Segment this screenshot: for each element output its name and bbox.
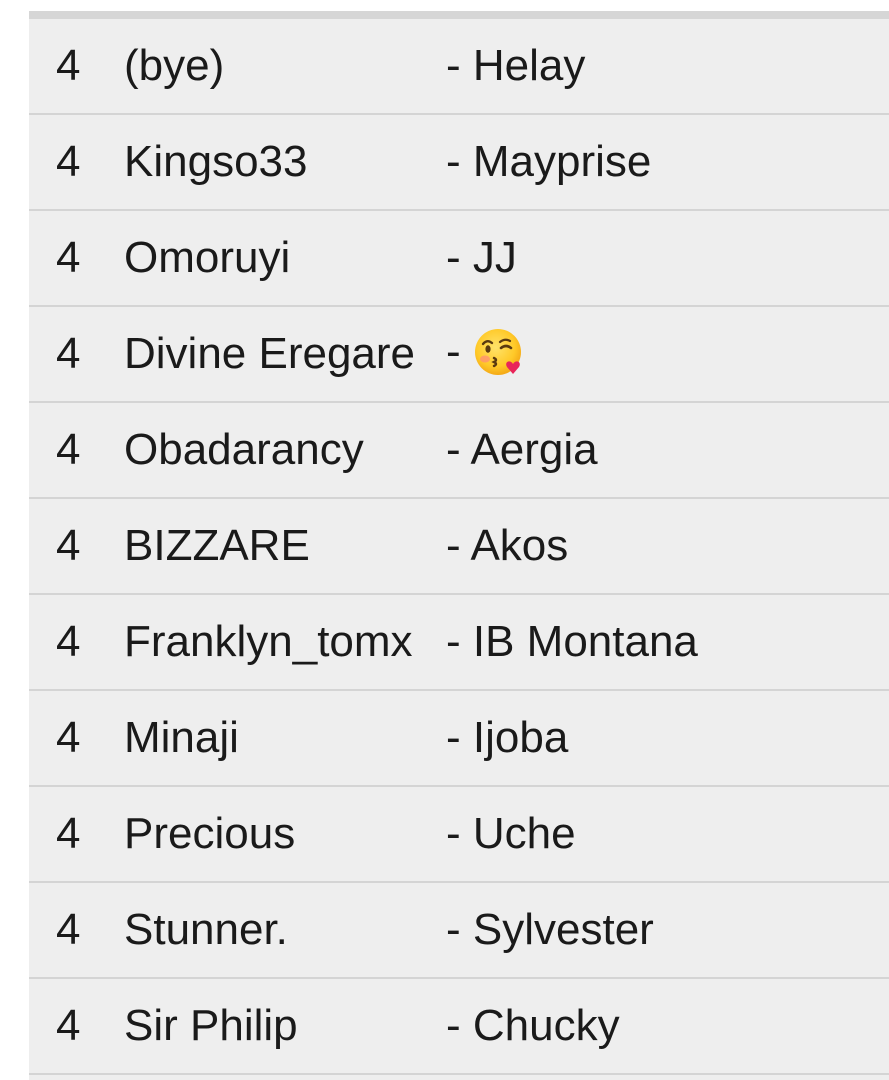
row-partner: - Sylvester [446, 905, 654, 954]
row-partner: - Akos [446, 521, 569, 570]
table-row: 4 Omoruyi - JJ [29, 211, 889, 307]
row-partner: - Mayprise [446, 137, 652, 186]
row-partner: - Aergia [446, 425, 598, 474]
row-name: Obadarancy [124, 425, 364, 474]
table-row: 4 Precious - Uche [29, 787, 889, 883]
face-blowing-kiss-icon [474, 328, 521, 375]
row-name: Divine Eregare [124, 329, 416, 378]
row-name: Omoruyi [124, 233, 291, 282]
table-row: 4 (bye) - Helay [29, 19, 889, 115]
table-row: 4 Minaji - Ijoba [29, 691, 889, 787]
table-row: 4 Franklyn_tomx - IB Montana [29, 595, 889, 691]
row-name: BIZZARE [124, 521, 310, 570]
row-number: 4 [56, 617, 81, 666]
row-number: 4 [56, 137, 81, 186]
row-number: 4 [56, 233, 81, 282]
row-name: Stunner. [124, 905, 288, 954]
row-partner: - Uche [446, 809, 576, 858]
row-number: 4 [56, 521, 81, 570]
table-row: 4 Obadarancy - Aergia [29, 403, 889, 499]
row-number: 4 [56, 713, 81, 762]
row-number: 4 [56, 329, 81, 378]
row-name: Franklyn_tomx [124, 617, 413, 666]
row-partner: - IB Montana [446, 617, 698, 666]
row-number: 4 [56, 41, 81, 90]
row-partner: - Chucky [446, 1001, 620, 1050]
row-partner: - [446, 327, 461, 377]
table-top-border [29, 0, 889, 19]
row-number: 4 [56, 425, 81, 474]
row-number: 4 [56, 809, 81, 858]
row-partner: - Ijoba [446, 713, 569, 762]
pairings-table: 4 (bye) - Helay 4 Kingso33 - Mayprise 4 … [29, 0, 889, 1080]
row-partner-cell: - [446, 327, 525, 377]
row-name: (bye) [124, 41, 225, 90]
row-name: Precious [124, 809, 296, 858]
row-partner: - JJ [446, 233, 517, 282]
table-row: 4 Sir Philip - Chucky [29, 979, 889, 1075]
row-partner: - Helay [446, 41, 586, 90]
table-row: 4 BIZZARE - Akos [29, 499, 889, 595]
table-row: 4 Divine Eregare - [29, 307, 889, 403]
row-number: 4 [56, 905, 81, 954]
row-name: Kingso33 [124, 137, 308, 186]
row-number: 4 [56, 1001, 81, 1050]
row-name: Sir Philip [124, 1001, 298, 1050]
row-name: Minaji [124, 713, 239, 762]
table-row: 4 Stunner. - Sylvester [29, 883, 889, 979]
table-row: 4 Kingso33 - Mayprise [29, 115, 889, 211]
